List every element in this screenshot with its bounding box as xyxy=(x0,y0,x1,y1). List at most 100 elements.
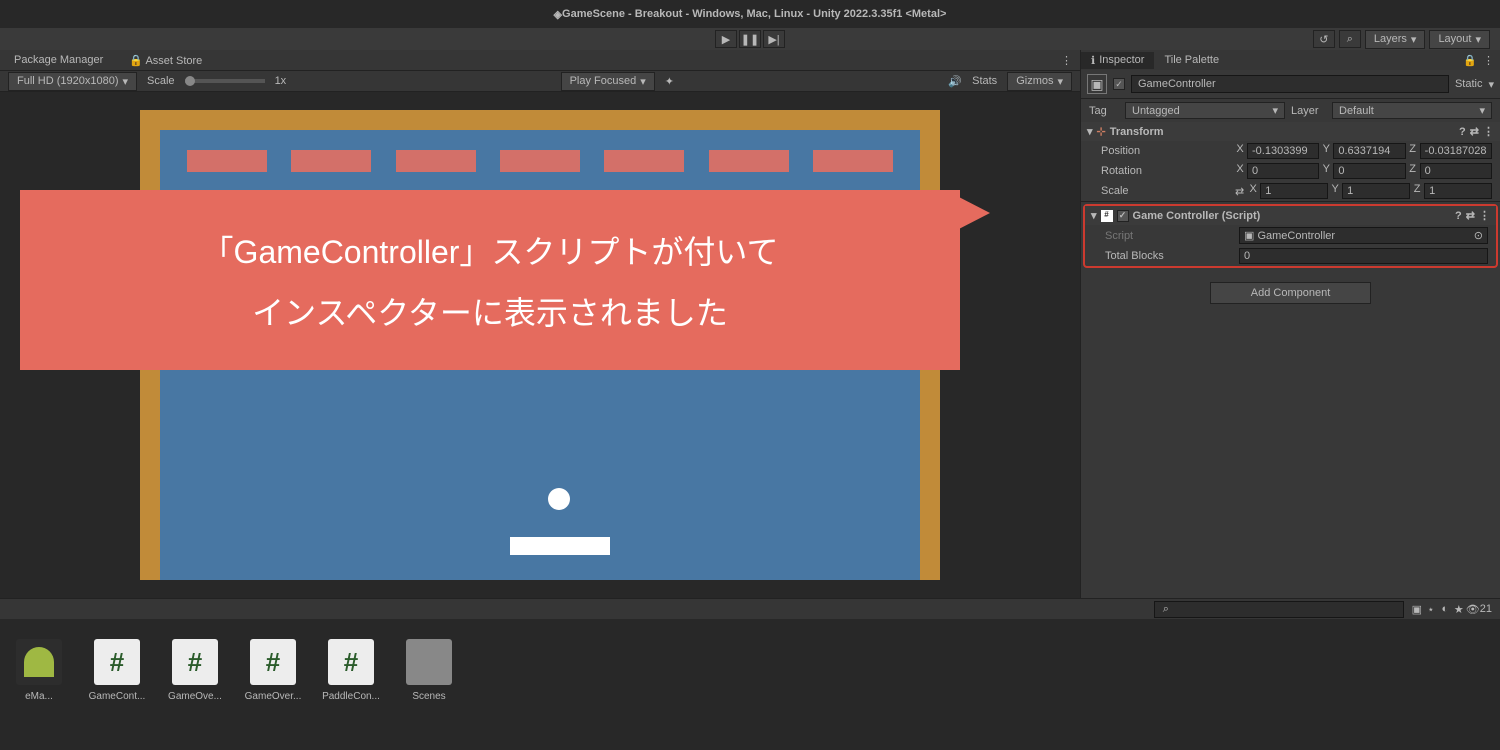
total-blocks-input[interactable]: 0 xyxy=(1239,248,1488,264)
chevron-down-icon: ▾ xyxy=(1479,104,1485,117)
chevron-down-icon: ▾ xyxy=(640,75,646,88)
rot-x-input[interactable]: 0 xyxy=(1247,163,1319,179)
tag-dropdown[interactable]: Untagged▾ xyxy=(1125,102,1285,119)
ball xyxy=(548,488,570,510)
pos-x-input[interactable]: -0.1303399 xyxy=(1247,143,1319,159)
pause-button[interactable]: ❚❚ xyxy=(739,30,761,48)
preset-icon[interactable]: ⇄ xyxy=(1470,125,1479,138)
help-icon[interactable]: ? xyxy=(1459,126,1466,138)
tab-inspector[interactable]: ℹInspector xyxy=(1081,52,1154,69)
layout-dropdown[interactable]: Layout▾ xyxy=(1429,30,1490,49)
favorites-icon[interactable]: ⋆ xyxy=(1424,602,1438,616)
script-field: ▣ GameController⊙ xyxy=(1239,227,1488,244)
tab-package-manager[interactable]: Package Manager xyxy=(8,52,109,68)
lock-icon[interactable]: 🔒 xyxy=(1463,54,1477,67)
info-icon: ℹ xyxy=(1091,54,1095,67)
script-icon: # xyxy=(1101,210,1113,222)
tab-menu-icon[interactable]: ⋮ xyxy=(1483,54,1494,67)
layers-dropdown[interactable]: Layers▾ xyxy=(1365,30,1426,49)
foldout-icon[interactable]: ▾ xyxy=(1091,209,1097,222)
step-button[interactable]: ▶| xyxy=(763,30,785,48)
window-title: GameScene - Breakout - Windows, Mac, Lin… xyxy=(562,8,946,20)
rot-z-input[interactable]: 0 xyxy=(1420,163,1492,179)
scl-x-input[interactable]: 1 xyxy=(1260,183,1328,199)
tag-label: Tag xyxy=(1089,105,1119,117)
stats-button[interactable]: Stats xyxy=(972,75,997,87)
static-label: Static xyxy=(1455,78,1483,90)
search-icon[interactable]: ⌕ xyxy=(1339,30,1361,48)
tab-tile-palette[interactable]: Tile Palette xyxy=(1154,52,1229,68)
pos-y-input[interactable]: 0.6337194 xyxy=(1333,143,1405,159)
chevron-down-icon: ▾ xyxy=(1411,33,1417,46)
object-name-input[interactable]: GameController xyxy=(1131,75,1449,93)
visibility-icon[interactable]: 👁 xyxy=(1466,603,1480,616)
add-component-button[interactable]: Add Component xyxy=(1210,282,1372,304)
resolution-dropdown[interactable]: Full HD (1920x1080)▾ xyxy=(8,72,137,91)
project-item-gamecontroller[interactable]: #GameCont... xyxy=(88,639,146,702)
game-toolbar: Full HD (1920x1080)▾ Scale 1x Play Focus… xyxy=(0,70,1080,92)
layer-label: Layer xyxy=(1291,105,1326,117)
undo-history-icon[interactable]: ↺ xyxy=(1313,30,1335,48)
project-item-gameover[interactable]: #GameOve... xyxy=(166,639,224,702)
title-bar: ◈ GameScene - Breakout - Windows, Mac, L… xyxy=(0,0,1500,28)
scl-y-input[interactable]: 1 xyxy=(1342,183,1410,199)
paddle xyxy=(510,537,610,555)
pos-z-input[interactable]: -0.03187028 xyxy=(1420,143,1492,159)
project-item-scenes[interactable]: Scenes xyxy=(400,639,458,702)
play-focused-dropdown[interactable]: Play Focused▾ xyxy=(561,72,655,91)
layer-dropdown[interactable]: Default▾ xyxy=(1332,102,1492,119)
scale-value: 1x xyxy=(275,75,287,87)
block xyxy=(500,150,580,172)
block xyxy=(813,150,893,172)
gizmos-dropdown[interactable]: Gizmos▾ xyxy=(1007,72,1072,91)
inspector-panel: ℹInspector Tile Palette 🔒 ⋮ ▣ ✓ GameCont… xyxy=(1080,50,1500,598)
cube-icon[interactable]: ▣ xyxy=(1087,74,1107,94)
play-button[interactable]: ▶ xyxy=(715,30,737,48)
scale-label: Scale xyxy=(147,75,175,87)
bug-icon[interactable]: ✦ xyxy=(665,75,674,88)
unity-icon: ◈ xyxy=(554,8,562,21)
hidden-icon[interactable]: ◐ xyxy=(1438,602,1452,616)
transform-component: ▾ ⊹ Transform ? ⇄ ⋮ Position X-0.1303399… xyxy=(1081,122,1500,202)
block xyxy=(291,150,371,172)
rot-y-input[interactable]: 0 xyxy=(1333,163,1405,179)
tab-menu-icon[interactable]: ⋮ xyxy=(1061,54,1072,67)
chevron-down-icon: ▾ xyxy=(1057,75,1063,88)
filter-icon[interactable]: ▣ xyxy=(1410,602,1424,616)
active-checkbox[interactable]: ✓ xyxy=(1113,78,1125,90)
chevron-down-icon: ▾ xyxy=(1272,104,1278,117)
project-item-gameover2[interactable]: #GameOver... xyxy=(244,639,302,702)
block xyxy=(604,150,684,172)
preset-icon[interactable]: ⇄ xyxy=(1466,209,1475,222)
menu-icon[interactable]: ⋮ xyxy=(1479,209,1490,222)
scl-z-input[interactable]: 1 xyxy=(1424,183,1492,199)
menu-icon[interactable]: ⋮ xyxy=(1483,125,1494,138)
help-icon[interactable]: ? xyxy=(1455,210,1462,222)
script-enabled-checkbox[interactable]: ✓ xyxy=(1117,210,1129,222)
project-item-ema[interactable]: eMa... xyxy=(10,639,68,702)
highlighted-script-component: ▾ # ✓ Game Controller (Script) ? ⇄ ⋮ Scr… xyxy=(1083,204,1498,268)
position-label: Position xyxy=(1101,145,1231,157)
rotation-label: Rotation xyxy=(1101,165,1231,177)
script-label: Script xyxy=(1105,230,1235,242)
mute-icon[interactable]: 🔊 xyxy=(948,75,962,88)
callout-line-2: インスペクターに表示されました xyxy=(252,288,728,334)
main-toolbar: ▶ ❚❚ ▶| ↺ ⌕ Layers▾ Layout▾ xyxy=(0,28,1500,50)
scale-link-icon[interactable]: ⇄ xyxy=(1235,185,1244,198)
view-tabs: Package Manager 🔒 Asset Store ⋮ xyxy=(0,50,1080,70)
folder-icon xyxy=(406,639,452,685)
chevron-down-icon: ▾ xyxy=(1475,33,1481,46)
favorites-icon[interactable]: ★ xyxy=(1452,602,1466,616)
transform-title: Transform xyxy=(1110,126,1164,138)
project-item-paddlecontroller[interactable]: #PaddleCon... xyxy=(322,639,380,702)
scale-label: Scale xyxy=(1101,185,1231,197)
static-dropdown-icon[interactable]: ▾ xyxy=(1488,78,1494,91)
project-search-input[interactable]: ⌕ xyxy=(1154,601,1404,618)
object-picker-icon[interactable]: ⊙ xyxy=(1474,229,1483,242)
visible-count: 21 xyxy=(1480,603,1492,615)
script-component-title: Game Controller (Script) xyxy=(1133,210,1261,222)
tab-asset-store[interactable]: 🔒 Asset Store xyxy=(123,52,208,69)
foldout-icon[interactable]: ▾ xyxy=(1087,125,1093,138)
block xyxy=(396,150,476,172)
scale-slider[interactable] xyxy=(185,79,265,83)
